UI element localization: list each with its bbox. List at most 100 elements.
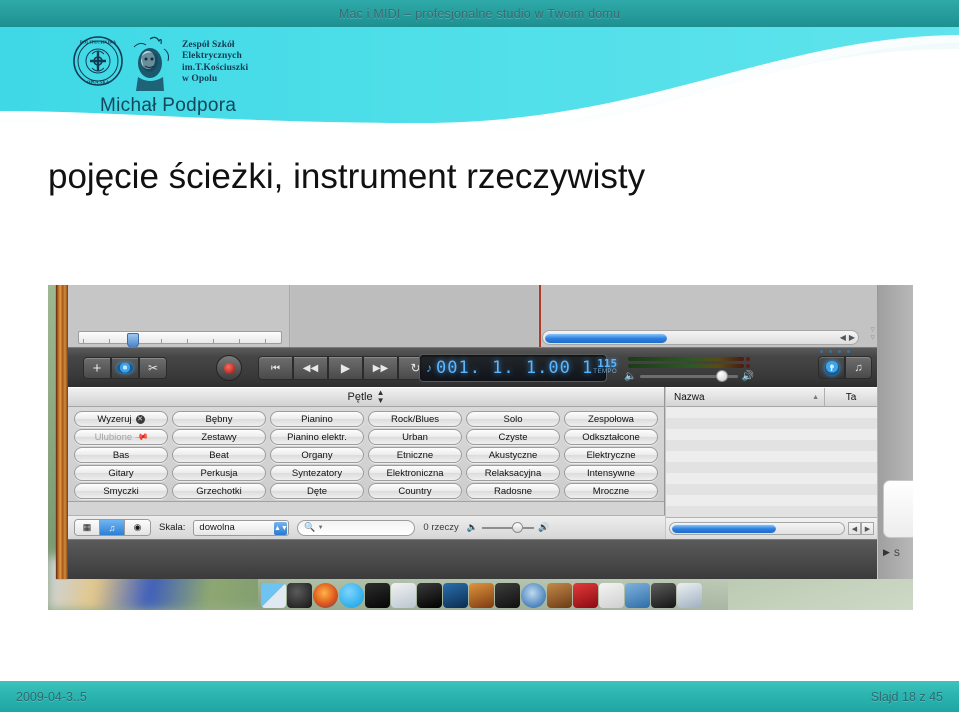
podcast-view-icon[interactable]: ◉ xyxy=(125,520,150,535)
go-to-beginning-button[interactable]: ⏮ xyxy=(258,356,293,380)
scroll-left-icon[interactable]: ◀ xyxy=(840,332,846,343)
loop-button[interactable]: Radosne xyxy=(466,483,560,499)
loop-button[interactable]: Odkształcone xyxy=(564,429,658,445)
results-column-headers[interactable]: Nazwa ▲ Ta xyxy=(666,387,877,407)
results-scrollbar-track[interactable] xyxy=(669,522,845,535)
idvd-icon[interactable] xyxy=(521,583,546,608)
loop-button[interactable]: Perkusja xyxy=(172,465,266,481)
arrange-scrollbar-thumb[interactable] xyxy=(545,332,667,343)
table-row[interactable] xyxy=(666,407,877,418)
loop-button[interactable]: Dęte xyxy=(270,483,364,499)
loop-volume-knob[interactable] xyxy=(512,521,524,533)
chevron-updown-icon[interactable]: ▲▼ xyxy=(274,521,288,535)
garageband-icon[interactable] xyxy=(547,583,572,608)
loop-button[interactable]: Gitary xyxy=(74,465,168,481)
master-volume-slider[interactable] xyxy=(640,370,738,382)
fast-forward-button[interactable]: ▶▶ xyxy=(363,356,398,380)
loop-browser-header[interactable]: Pętle ▲ ▼ xyxy=(68,387,664,407)
loop-button[interactable]: Etniczne xyxy=(368,447,462,463)
skype-icon[interactable] xyxy=(339,583,364,608)
resize-corner-icon[interactable]: ▿ ▿ xyxy=(870,325,875,342)
results-rows[interactable] xyxy=(666,407,877,517)
arrange-scroll-arrows[interactable]: ◀ ▶ xyxy=(840,332,855,343)
loop-search-input[interactable]: 🔍 ▼ xyxy=(297,519,416,536)
loop-button[interactable]: Zespołowa xyxy=(564,411,658,427)
photobooth-icon[interactable] xyxy=(443,583,468,608)
terminal-icon[interactable] xyxy=(365,583,390,608)
firefox-icon[interactable] xyxy=(313,583,338,608)
loop-button[interactable]: Organy xyxy=(270,447,364,463)
loop-button[interactable]: Rock/Blues xyxy=(368,411,462,427)
search-dropdown-icon[interactable]: ▼ xyxy=(318,525,324,531)
loop-button[interactable]: Intensywne xyxy=(564,465,658,481)
table-row[interactable] xyxy=(666,429,877,440)
loop-button[interactable]: Solo xyxy=(466,411,560,427)
loop-button[interactable]: Syntezatory xyxy=(270,465,364,481)
table-row[interactable] xyxy=(666,506,877,517)
loop-button[interactable]: Beat xyxy=(172,447,266,463)
loop-volume-slider[interactable] xyxy=(482,521,534,533)
loop-button[interactable]: Pianino elektr. xyxy=(270,429,364,445)
pin-icon[interactable]: 📌 xyxy=(134,430,150,444)
results-horizontal-scrollbar[interactable]: ◀ ▶ xyxy=(666,517,877,539)
chevron-updown-icon[interactable]: ▲▼ xyxy=(377,389,385,405)
track-info-button[interactable]: i xyxy=(818,356,845,379)
dashboard-icon[interactable] xyxy=(287,583,312,608)
loop-button[interactable]: Urban xyxy=(368,429,462,445)
music-note-view-icon[interactable]: ♫ xyxy=(100,520,125,535)
xcode-icon[interactable] xyxy=(417,583,442,608)
play-button[interactable]: ▶ xyxy=(328,356,363,380)
xcode-tools-icon[interactable] xyxy=(625,583,650,608)
table-row[interactable] xyxy=(666,418,877,429)
preview-icon[interactable] xyxy=(677,583,702,608)
loop-button[interactable]: Bas xyxy=(74,447,168,463)
loop-button[interactable]: Relaksacyjna xyxy=(466,465,560,481)
table-row[interactable] xyxy=(666,473,877,484)
scroll-right-icon[interactable]: ▶ xyxy=(849,332,855,343)
lcd-display[interactable]: ♪ 001. 1. 1.00 1 115 TEMPO xyxy=(419,354,617,382)
loop-preview-volume[interactable]: 🔈 🔊 xyxy=(467,521,549,533)
column-view-icon[interactable]: ▦ xyxy=(75,520,100,535)
toggle-editor-button[interactable]: ✂ xyxy=(139,357,167,379)
loop-button-favorites[interactable]: Ulubione 📌 xyxy=(74,429,168,445)
results-scrollbar-thumb[interactable] xyxy=(672,524,776,533)
loop-button[interactable]: Czyste xyxy=(466,429,560,445)
disclosure-triangle-icon[interactable]: ▶ xyxy=(883,547,890,558)
loop-button[interactable]: Zestawy xyxy=(172,429,266,445)
loop-button[interactable]: Grzechotki xyxy=(172,483,266,499)
table-row[interactable] xyxy=(666,462,877,473)
loop-button[interactable]: Mroczne xyxy=(564,483,658,499)
loop-button[interactable]: Pianino xyxy=(270,411,364,427)
add-track-button[interactable]: + xyxy=(83,357,111,379)
loop-button-reset[interactable]: Wyzeruj ✕ xyxy=(74,411,168,427)
column-header-name[interactable]: Nazwa ▲ xyxy=(666,388,825,406)
arrange-horizontal-scrollbar[interactable]: ◀ ▶ xyxy=(542,330,859,345)
iphoto-icon[interactable] xyxy=(469,583,494,608)
itunes-icon[interactable] xyxy=(573,583,598,608)
toggle-loop-browser-button[interactable] xyxy=(111,357,139,379)
scroll-left-icon[interactable]: ◀ xyxy=(848,522,861,535)
clear-icon[interactable]: ✕ xyxy=(135,414,145,424)
loop-button[interactable]: Elektroniczna xyxy=(368,465,462,481)
table-row[interactable] xyxy=(666,451,877,462)
column-header-tempo[interactable]: Ta xyxy=(825,392,877,403)
scroll-right-icon[interactable]: ▶ xyxy=(861,522,874,535)
side-panel-row[interactable]: ▶ S xyxy=(883,547,900,558)
fountain-pen-icon[interactable] xyxy=(651,583,676,608)
macos-dock[interactable] xyxy=(258,579,728,610)
appstore-icon[interactable] xyxy=(599,583,624,608)
rewind-button[interactable]: ◀◀ xyxy=(293,356,328,380)
loop-button[interactable]: Smyczki xyxy=(74,483,168,499)
sort-ascending-icon[interactable]: ▲ xyxy=(812,394,819,401)
textedit-icon[interactable] xyxy=(391,583,416,608)
imovie-icon[interactable] xyxy=(495,583,520,608)
record-button[interactable] xyxy=(216,355,242,381)
zoom-slider-knob[interactable] xyxy=(127,333,139,348)
media-browser-button[interactable]: ♫ xyxy=(845,356,872,379)
master-volume-row[interactable]: 🔈 🔊 xyxy=(624,370,754,382)
loop-view-mode-segments[interactable]: ▦ ♫ ◉ xyxy=(74,519,151,536)
table-row[interactable] xyxy=(666,495,877,506)
table-row[interactable] xyxy=(666,484,877,495)
loop-button[interactable]: Bębny xyxy=(172,411,266,427)
loop-button[interactable]: Akustyczne xyxy=(466,447,560,463)
